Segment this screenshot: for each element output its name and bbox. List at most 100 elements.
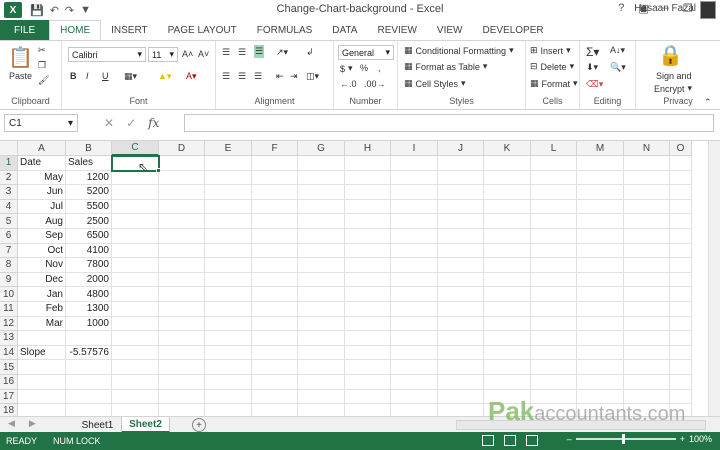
cell-k1[interactable] <box>484 156 531 171</box>
column-header-j[interactable]: J <box>438 141 484 156</box>
cell-i8[interactable] <box>391 258 438 273</box>
cell-g1[interactable] <box>298 156 345 171</box>
bold-button[interactable]: B <box>70 71 77 81</box>
cell-i5[interactable] <box>391 214 438 229</box>
cell-a12[interactable]: Mar <box>18 316 66 332</box>
cell-a7[interactable]: Oct <box>18 243 66 259</box>
cell-i2[interactable] <box>391 170 438 186</box>
cell-d14[interactable] <box>159 345 205 361</box>
comma-button[interactable]: , <box>378 63 381 73</box>
cell-f5[interactable] <box>252 214 298 229</box>
cell-m16[interactable] <box>577 375 624 390</box>
cell-i16[interactable] <box>391 375 438 390</box>
cell-i1[interactable] <box>391 156 438 171</box>
cell-g16[interactable] <box>298 375 345 390</box>
column-header-g[interactable]: G <box>298 141 345 156</box>
cell-o8[interactable] <box>670 258 692 273</box>
cell-g9[interactable] <box>298 272 345 288</box>
row-header-9[interactable]: 9 <box>0 272 18 288</box>
cut-icon[interactable]: ✂ <box>38 45 46 56</box>
italic-button[interactable]: I <box>86 71 89 81</box>
cell-c2[interactable] <box>112 170 159 186</box>
align-center-icon[interactable]: ☰ <box>238 71 246 82</box>
cell-k5[interactable] <box>484 214 531 229</box>
column-header-d[interactable]: D <box>159 141 205 156</box>
cell-f14[interactable] <box>252 345 298 361</box>
cell-k6[interactable] <box>484 229 531 244</box>
row-header-17[interactable]: 17 <box>0 389 18 405</box>
column-header-o[interactable]: O <box>670 141 692 156</box>
undo-icon[interactable]: ↶ <box>50 4 59 17</box>
cell-i6[interactable] <box>391 229 438 244</box>
cell-e7[interactable] <box>205 243 252 259</box>
cell-o2[interactable] <box>670 170 692 186</box>
cell-j17[interactable] <box>438 389 484 405</box>
cell-n14[interactable] <box>624 345 670 361</box>
underline-button[interactable]: U <box>102 71 109 81</box>
cell-d13[interactable] <box>159 331 205 346</box>
percent-button[interactable]: % <box>360 63 368 73</box>
middle-align-icon[interactable]: ☰ <box>238 47 246 58</box>
cell-n4[interactable] <box>624 199 670 215</box>
cell-d5[interactable] <box>159 214 205 229</box>
cell-e16[interactable] <box>205 375 252 390</box>
cell-b10[interactable]: 4800 <box>66 287 112 302</box>
column-header-h[interactable]: H <box>345 141 391 156</box>
cell-o16[interactable] <box>670 375 692 390</box>
cell-j5[interactable] <box>438 214 484 229</box>
cell-b2[interactable]: 1200 <box>66 170 112 186</box>
cell-o15[interactable] <box>670 360 692 375</box>
grow-font-icon[interactable]: A˄ <box>182 49 193 59</box>
increase-indent-icon[interactable]: ⇥ <box>290 71 298 82</box>
cell-n9[interactable] <box>624 272 670 288</box>
normal-view-icon[interactable] <box>482 435 494 446</box>
cell-l10[interactable] <box>531 287 577 302</box>
enter-icon[interactable]: ✓ <box>126 116 136 130</box>
column-header-l[interactable]: L <box>531 141 577 156</box>
cell-k4[interactable] <box>484 199 531 215</box>
cell-e17[interactable] <box>205 389 252 405</box>
cell-k16[interactable] <box>484 375 531 390</box>
wrap-text-icon[interactable]: ↲ <box>306 47 314 58</box>
cell-h6[interactable] <box>345 229 391 244</box>
font-size-select[interactable]: 11 ▾ <box>148 47 178 62</box>
cell-o6[interactable] <box>670 229 692 244</box>
cell-d17[interactable] <box>159 389 205 405</box>
cell-c8[interactable] <box>112 258 159 273</box>
cell-a18[interactable] <box>18 404 66 416</box>
cell-g15[interactable] <box>298 360 345 375</box>
cell-m15[interactable] <box>577 360 624 375</box>
cell-h5[interactable] <box>345 214 391 229</box>
row-header-8[interactable]: 8 <box>0 258 18 273</box>
format-cells-button[interactable]: ▦ Format ▾ <box>530 78 578 89</box>
shrink-font-icon[interactable]: A˅ <box>198 49 209 59</box>
cell-a15[interactable] <box>18 360 66 375</box>
cell-a17[interactable] <box>18 389 66 405</box>
cell-c11[interactable] <box>112 302 159 317</box>
column-header-k[interactable]: K <box>484 141 531 156</box>
cell-d3[interactable] <box>159 185 205 200</box>
cell-o13[interactable] <box>670 331 692 346</box>
cell-g12[interactable] <box>298 316 345 332</box>
decrease-decimal-icon[interactable]: .00→ <box>364 79 386 89</box>
cell-a2[interactable]: May <box>18 170 66 186</box>
sort-filter-icon[interactable]: A↓▾ <box>610 45 625 56</box>
cell-m11[interactable] <box>577 302 624 317</box>
row-header-12[interactable]: 12 <box>0 316 18 332</box>
cell-c7[interactable] <box>112 243 159 259</box>
tab-data[interactable]: DATA <box>322 20 367 40</box>
cell-j9[interactable] <box>438 272 484 288</box>
cell-h1[interactable] <box>345 156 391 171</box>
zoom-level[interactable]: 100% <box>689 434 712 444</box>
cell-b15[interactable] <box>66 360 112 375</box>
cell-l3[interactable] <box>531 185 577 200</box>
cell-b6[interactable]: 6500 <box>66 229 112 244</box>
cell-l13[interactable] <box>531 331 577 346</box>
cell-f10[interactable] <box>252 287 298 302</box>
cell-d10[interactable] <box>159 287 205 302</box>
page-layout-view-icon[interactable] <box>504 435 516 446</box>
tab-formulas[interactable]: FORMULAS <box>247 20 323 40</box>
cell-j1[interactable] <box>438 156 484 171</box>
cell-f15[interactable] <box>252 360 298 375</box>
cell-a5[interactable]: Aug <box>18 214 66 229</box>
